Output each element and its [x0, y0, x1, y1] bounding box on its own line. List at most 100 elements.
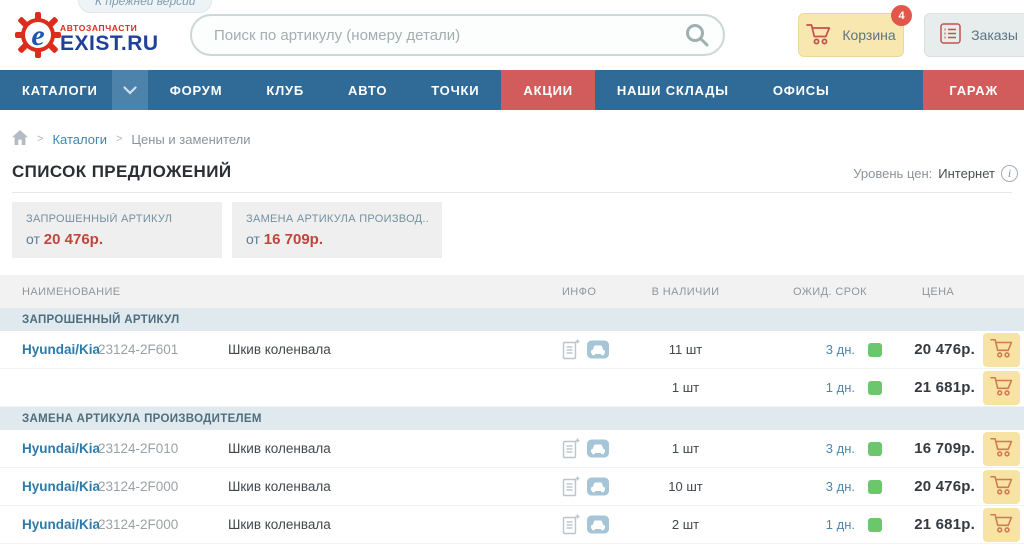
price-level-value: Интернет — [938, 166, 995, 181]
vehicle-applicability-icon[interactable] — [587, 438, 609, 459]
nav-item-1[interactable]: ФОРУМ — [148, 70, 245, 110]
add-to-cart-button[interactable] — [983, 508, 1020, 542]
table-section-header: ЗАПРОШЕННЫЙ АРТИКУЛ — [0, 308, 1024, 331]
legacy-version-link[interactable]: К прежней версии — [78, 0, 212, 13]
nav-item-2[interactable]: КЛУБ — [244, 70, 326, 110]
cart-icon — [990, 337, 1014, 362]
add-to-cart-button[interactable] — [983, 333, 1020, 367]
search-button[interactable] — [683, 22, 711, 50]
price: 21 681р. — [893, 379, 983, 396]
table-row: Hyundai/Kia 23124-2F010 Шкив коленвала — [0, 430, 1024, 468]
orders-label: Заказы — [971, 27, 1018, 43]
availability-indicator — [868, 442, 882, 456]
vehicle-applicability-icon[interactable] — [587, 339, 609, 360]
price-level: Уровень цен: Интернет i — [853, 165, 1018, 182]
add-to-list-icon[interactable] — [562, 438, 580, 459]
nav-item-4[interactable]: ТОЧКИ — [409, 70, 501, 110]
stock-quantity: 1 шт — [628, 441, 743, 456]
nav-item-0[interactable]: КАТАЛОГИ — [0, 70, 148, 110]
section-title: ЗАМЕНА АРТИКУЛА ПРОИЗВОДИТЕЛЕМ — [22, 413, 262, 425]
delivery-time-link[interactable]: 3 дн. — [826, 342, 855, 357]
add-to-list-icon[interactable] — [562, 476, 580, 497]
article-number: 23124-2F601 — [98, 342, 228, 357]
summary-card-prefix: от — [246, 231, 264, 247]
vehicle-applicability-icon[interactable] — [587, 476, 609, 497]
offers-table: НАИМЕНОВАНИЕ ИНФО В НАЛИЧИИ ОЖИД. СРОК Ц… — [0, 275, 1024, 544]
nav-item-5[interactable]: АКЦИИ — [501, 70, 595, 110]
brand-link[interactable]: Hyundai/Kia — [22, 517, 100, 532]
summary-card[interactable]: ЗАПРОШЕННЫЙ АРТИКУЛ от 20 476р. — [12, 202, 222, 258]
cart-label: Корзина — [842, 27, 895, 43]
header: К прежней версии — [0, 0, 1024, 70]
breadcrumb: > Каталоги > Цены и заменители — [12, 130, 1024, 148]
add-to-cart-button[interactable] — [983, 470, 1020, 504]
section-title: ЗАПРОШЕННЫЙ АРТИКУЛ — [22, 314, 180, 326]
col-header-wait: ОЖИД. СРОК — [743, 286, 893, 298]
add-to-cart-button[interactable] — [983, 371, 1020, 405]
chevron-down-icon[interactable] — [112, 70, 148, 110]
cart-button[interactable]: Корзина 4 — [798, 13, 904, 57]
info-icon[interactable]: i — [1001, 165, 1018, 182]
summary-card[interactable]: ЗАМЕНА АРТИКУЛА ПРОИЗВОД... от 16 709р. — [232, 202, 442, 258]
page-title: СПИСОК ПРЕДЛОЖЕНИЙ — [12, 162, 231, 182]
main-nav: КАТАЛОГИ ФОРУМ КЛУБ АВТО ТОЧКИ АКЦИИ НАШ… — [0, 70, 1024, 110]
summary-card-price: 20 476р. — [44, 231, 103, 248]
cart-icon — [990, 436, 1014, 461]
home-icon[interactable] — [12, 130, 28, 148]
nav-item-label: КЛУБ — [266, 83, 304, 98]
col-header-info: ИНФО — [558, 286, 628, 298]
summary-card-prefix: от — [26, 231, 44, 247]
nav-item-label: АВТО — [348, 83, 387, 98]
summary-cards: ЗАПРОШЕННЫЙ АРТИКУЛ от 20 476р. ЗАМЕНА А… — [12, 202, 1012, 258]
logo-text: АВТОЗАПЧАСТИ EXIST.RU — [60, 23, 159, 54]
summary-card-title: ЗАПРОШЕННЫЙ АРТИКУЛ — [26, 213, 208, 225]
nav-item-label: ТОЧКИ — [431, 83, 479, 98]
availability-indicator — [868, 518, 882, 532]
delivery-time-link[interactable]: 1 дн. — [826, 517, 855, 532]
title-row: СПИСОК ПРЕДЛОЖЕНИЙ Уровень цен: Интернет… — [12, 162, 1012, 193]
nav-item-label: ОФИСЫ — [773, 83, 830, 98]
availability-indicator — [868, 480, 882, 494]
stock-quantity: 2 шт — [628, 517, 743, 532]
search-bar — [190, 14, 725, 56]
gear-logo-icon: e — [12, 8, 66, 62]
article-number: 23124-2F010 — [98, 441, 228, 456]
brand-link[interactable]: Hyundai/Kia — [22, 441, 100, 456]
product-name: Шкив коленвала — [228, 479, 558, 494]
nav-item-label: НАШИ СКЛАДЫ — [617, 83, 729, 98]
delivery-time-link[interactable]: 1 дн. — [826, 380, 855, 395]
nav-item-7[interactable]: ОФИСЫ — [751, 70, 852, 110]
col-header-stock: В НАЛИЧИИ — [628, 286, 743, 298]
price: 16 709р. — [893, 440, 983, 457]
nav-item-garage[interactable]: ГАРАЖ — [923, 70, 1024, 110]
header-buttons: Корзина 4 Заказы — [798, 13, 1024, 57]
availability-indicator — [868, 343, 882, 357]
article-number: 23124-2F000 — [98, 479, 228, 494]
add-to-list-icon[interactable] — [562, 339, 580, 360]
exist-logo[interactable]: e АВТОЗАПЧАСТИ EXIST.RU — [12, 8, 180, 62]
add-to-list-icon[interactable] — [562, 514, 580, 535]
table-header: НАИМЕНОВАНИЕ ИНФО В НАЛИЧИИ ОЖИД. СРОК Ц… — [0, 275, 1024, 308]
orders-button[interactable]: Заказы — [924, 13, 1024, 57]
vehicle-applicability-icon[interactable] — [587, 514, 609, 535]
table-row: Hyundai/Kia 23124-2F000 Шкив коленвала — [0, 506, 1024, 544]
table-row: Hyundai/Kia 23124-2F601 Шкив коленвала — [0, 331, 1024, 369]
product-name: Шкив коленвала — [228, 342, 558, 357]
delivery-time-link[interactable]: 3 дн. — [826, 479, 855, 494]
table-body: ЗАПРОШЕННЫЙ АРТИКУЛ Hyundai/Kia 23124-2F… — [0, 308, 1024, 544]
search-input[interactable] — [190, 14, 725, 56]
delivery-time-link[interactable]: 3 дн. — [826, 441, 855, 456]
brand-link[interactable]: Hyundai/Kia — [22, 479, 100, 494]
article-number: 23124-2F000 — [98, 517, 228, 532]
table-row: 1 шт 1 дн. 21 681р. — [0, 369, 1024, 407]
price-level-label: Уровень цен: — [853, 166, 932, 181]
page: К прежней версии — [0, 0, 1024, 550]
price: 21 681р. — [893, 516, 983, 533]
nav-item-6[interactable]: НАШИ СКЛАДЫ — [595, 70, 751, 110]
nav-item-label: АКЦИИ — [523, 83, 573, 98]
brand-link[interactable]: Hyundai/Kia — [22, 342, 100, 357]
add-to-cart-button[interactable] — [983, 432, 1020, 466]
breadcrumb-link-catalogs[interactable]: Каталоги — [52, 132, 107, 147]
nav-item-3[interactable]: АВТО — [326, 70, 409, 110]
table-section-header: ЗАМЕНА АРТИКУЛА ПРОИЗВОДИТЕЛЕМ — [0, 407, 1024, 430]
